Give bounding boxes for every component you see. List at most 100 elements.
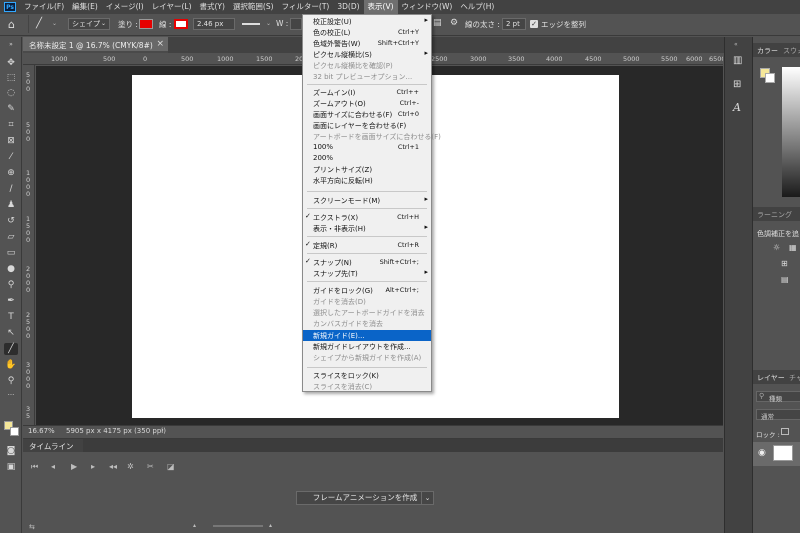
fill-swatch[interactable] <box>139 19 153 29</box>
crop-tool-icon[interactable]: ⌗ <box>4 119 18 131</box>
frame-tool-icon[interactable]: ⊠ <box>4 135 18 147</box>
menu-type[interactable]: 書式(Y) <box>196 0 229 14</box>
settings-icon[interactable]: ✲ <box>127 462 134 471</box>
lasso-tool-icon[interactable]: ◌ <box>4 87 18 99</box>
menu-layer[interactable]: レイヤー(L) <box>148 0 196 14</box>
menu-item-fit-layers[interactable]: 画面にレイヤーを合わせる(F) <box>303 120 431 131</box>
line-weight-input[interactable]: 2 pt <box>502 18 526 30</box>
zoom-level[interactable]: 16.67% <box>28 427 55 435</box>
type-tool-icon[interactable]: T <box>4 311 18 323</box>
menu-item-screen-mode[interactable]: スクリーンモード(M) ▸ <box>303 195 431 206</box>
menu-window[interactable]: ウィンドウ(W) <box>398 0 457 14</box>
brush-tool-icon[interactable]: ∕ <box>4 183 18 195</box>
menu-item-zoom-in[interactable]: ズームイン(I) Ctrl++ <box>303 87 431 98</box>
move-tool-icon[interactable]: ✥ <box>4 57 18 69</box>
chevron-right-icon[interactable]: › <box>161 426 164 434</box>
color-panel-background[interactable] <box>765 73 775 83</box>
split-scissors-icon[interactable]: ✂ <box>147 462 154 471</box>
pen-tool-icon[interactable]: ✒ <box>4 295 18 307</box>
tab-swatches[interactable]: スウォッチ <box>783 46 800 56</box>
eye-icon[interactable]: ◉ <box>758 448 766 458</box>
next-frame-icon[interactable]: ▸ <box>91 462 95 471</box>
audio-icon[interactable]: ◂◂ <box>109 462 117 471</box>
layer-filter-select[interactable]: ⚲ 種類 <box>756 391 800 403</box>
stroke-width-input[interactable]: 2.46 px <box>193 18 235 30</box>
gradient-tool-icon[interactable]: ▭ <box>4 247 18 259</box>
eraser-tool-icon[interactable]: ▱ <box>4 231 18 243</box>
document-tab[interactable]: 名称未設定 1 @ 16.7% (CMYK/8#) × <box>23 37 168 53</box>
width-input[interactable] <box>290 18 302 30</box>
brightness-icon[interactable]: ☼ <box>773 243 780 252</box>
zoom-in-icon[interactable]: ▴ <box>269 522 272 529</box>
gradient-map-icon[interactable]: ▤ <box>781 275 789 284</box>
line-tool-preset-icon[interactable]: ╱ <box>36 18 42 29</box>
background-color-swatch[interactable] <box>10 427 19 436</box>
quick-select-tool-icon[interactable]: ✎ <box>4 103 18 115</box>
chevron-down-icon[interactable]: ⌄ <box>266 20 271 27</box>
healing-brush-tool-icon[interactable]: ⊕ <box>4 167 18 179</box>
menu-view[interactable]: 表示(V) <box>363 0 398 14</box>
color-picker-field[interactable] <box>782 67 800 197</box>
menu-item-print-size[interactable]: プリントサイズ(Z) <box>303 164 431 175</box>
stroke-type-select[interactable] <box>240 18 264 30</box>
play-icon[interactable]: ▶ <box>71 462 77 471</box>
zoom-tool-icon[interactable]: ⚲ <box>4 375 18 387</box>
tab-channels[interactable]: チャ <box>789 373 800 383</box>
previous-frame-icon[interactable]: ◂ <box>51 462 55 471</box>
zoom-out-icon[interactable]: ▴ <box>193 522 196 529</box>
layer-row[interactable]: ◉ <box>753 442 800 466</box>
tab-learn[interactable]: ラーニング <box>757 210 792 220</box>
menu-help[interactable]: ヘルプ(H) <box>456 0 498 14</box>
lock-transparent-icon[interactable] <box>781 428 789 435</box>
shape-mode-select[interactable]: シェイプ ⌄ <box>68 18 110 30</box>
menu-item-100-percent[interactable]: 100% Ctrl+1 <box>303 142 431 153</box>
menu-item-fit-on-screen[interactable]: 画面サイズに合わせる(F) Ctrl+0 <box>303 109 431 120</box>
menu-item-lock-guides[interactable]: ガイドをロック(G) Alt+Ctrl+; <box>303 285 431 296</box>
line-tool-icon[interactable]: ╱ <box>4 343 18 355</box>
menu-item-new-guide-layout[interactable]: 新規ガイドレイアウトを作成... <box>303 341 431 352</box>
menu-edit[interactable]: 編集(E) <box>68 0 102 14</box>
tab-color[interactable]: カラー <box>757 46 778 56</box>
screen-mode-icon[interactable]: ▣ <box>4 461 18 473</box>
menu-image[interactable]: イメージ(I) <box>102 0 148 14</box>
eyedropper-tool-icon[interactable]: ⁄ <box>4 151 18 163</box>
tab-layers[interactable]: レイヤー <box>757 373 785 383</box>
path-arrangement-icon[interactable]: ▤ <box>433 18 442 28</box>
path-selection-tool-icon[interactable]: ↖ <box>4 327 18 339</box>
align-edges-checkbox[interactable]: ✓ <box>530 20 538 28</box>
zoom-slider-track[interactable] <box>213 525 263 527</box>
create-frame-animation-button[interactable]: フレームアニメーションを作成 <box>296 491 434 505</box>
menu-item-show[interactable]: 表示・非表示(H) ▸ <box>303 223 431 234</box>
blend-mode-select[interactable]: 通常 <box>756 409 800 421</box>
levels-icon[interactable]: ▦ <box>789 243 797 252</box>
chevron-down-icon[interactable]: ⌄ <box>421 491 434 505</box>
timeline-tab[interactable]: タイムライン <box>23 439 83 452</box>
dodge-tool-icon[interactable]: ⚲ <box>4 279 18 291</box>
menu-3d[interactable]: 3D(D) <box>333 0 363 14</box>
menu-item-zoom-out[interactable]: ズームアウト(O) Ctrl+- <box>303 98 431 109</box>
convert-icon[interactable]: ⇆ <box>29 523 35 531</box>
clone-stamp-tool-icon[interactable]: ♟ <box>4 199 18 211</box>
close-icon[interactable]: × <box>156 39 164 49</box>
quick-mask-icon[interactable]: ◙ <box>4 445 18 457</box>
properties-panel-icon[interactable]: ⊞ <box>733 79 741 90</box>
history-panel-icon[interactable]: ▥ <box>733 55 742 66</box>
hue-saturation-icon[interactable]: ⊞ <box>781 259 788 268</box>
menu-item-snap[interactable]: ✓ スナップ(N) Shift+Ctrl+; <box>303 257 431 268</box>
menu-file[interactable]: ファイル(F) <box>20 0 68 14</box>
blur-tool-icon[interactable]: ● <box>4 263 18 275</box>
menu-item-proof-setup[interactable]: 校正設定(U) ▸ <box>303 16 431 27</box>
first-frame-icon[interactable]: ⏮ <box>31 462 38 472</box>
transition-icon[interactable]: ◪ <box>167 462 175 471</box>
menu-item-proof-colors[interactable]: 色の校正(L) Ctrl+Y <box>303 27 431 38</box>
gear-icon[interactable]: ⚙ <box>450 18 458 28</box>
hand-tool-icon[interactable]: ✋ <box>4 359 18 371</box>
collapse-toolbar-icon[interactable]: » <box>4 39 18 51</box>
menu-item-lock-slices[interactable]: スライスをロック(K) <box>303 370 431 381</box>
menu-select[interactable]: 選択範囲(S) <box>229 0 278 14</box>
menu-item-200-percent[interactable]: 200% <box>303 153 431 164</box>
menu-item-rulers[interactable]: ✓ 定規(R) Ctrl+R <box>303 240 431 251</box>
home-icon[interactable]: ⌂ <box>8 18 15 31</box>
menu-filter[interactable]: フィルター(T) <box>278 0 334 14</box>
stroke-swatch[interactable] <box>174 19 188 29</box>
